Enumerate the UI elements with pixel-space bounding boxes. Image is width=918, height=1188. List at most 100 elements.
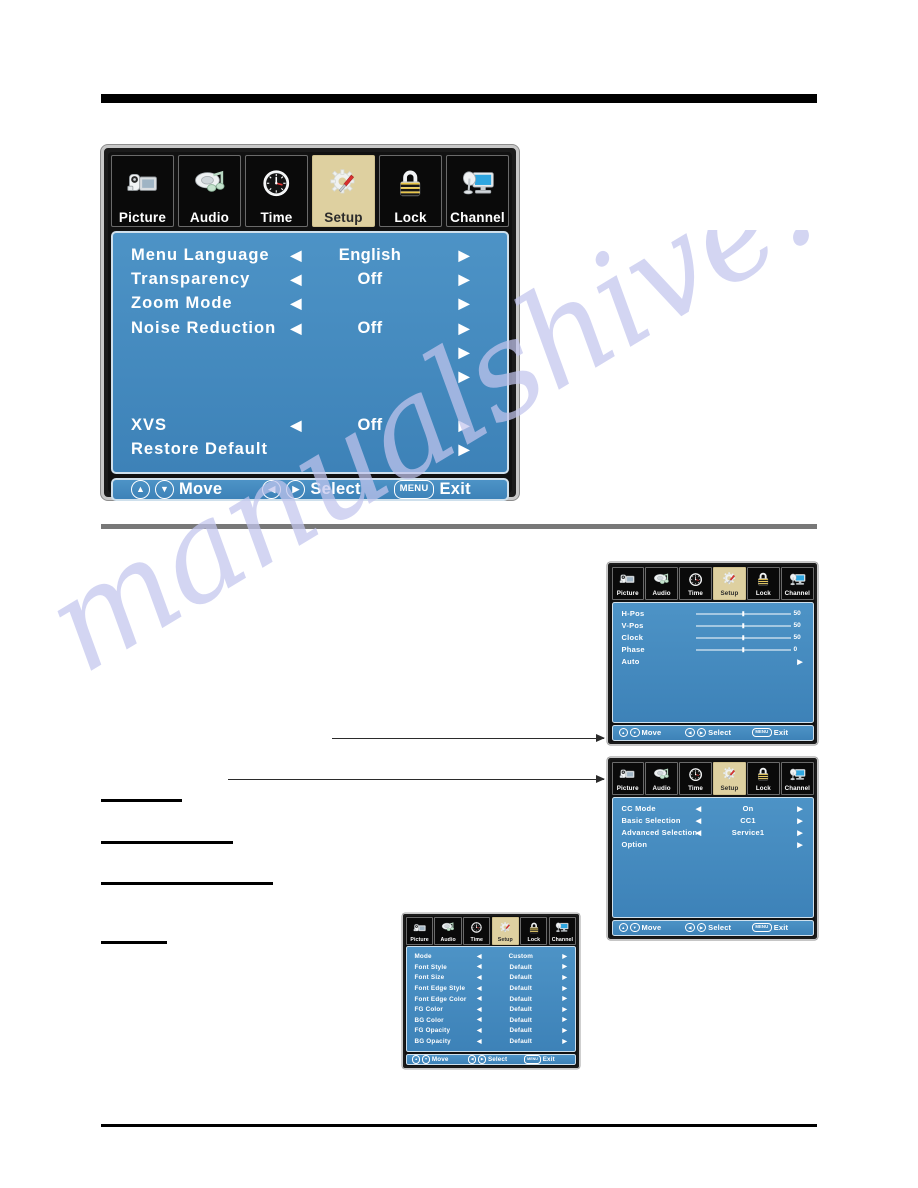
osd-tab-strip[interactable]: Picture Audio Time Setup Lock Channel <box>405 916 577 945</box>
chevron-right-icon[interactable]: ▶ <box>557 975 571 981</box>
chevron-left-icon[interactable]: ◀ <box>474 1007 484 1013</box>
osd-menu-row[interactable]: Advanced Selection ◀ Service1 ▶ <box>617 827 809 839</box>
osd-menu-row[interactable]: Mode ◀ Custom ▶ <box>410 952 571 963</box>
chevron-right-icon[interactable]: ▶ <box>429 295 499 312</box>
chevron-right-icon[interactable]: ▶ <box>792 658 809 666</box>
osd-menu-row[interactable]: FG Opacity ◀ Default ▶ <box>410 1026 571 1037</box>
chevron-right-icon[interactable]: ▶ <box>429 320 499 337</box>
osd-menu-row[interactable]: Font Edge Style ◀ Default ▶ <box>410 983 571 994</box>
osd-tab-setup[interactable]: Setup <box>713 566 746 600</box>
chevron-right-icon[interactable]: ▶ <box>557 986 571 992</box>
chevron-right-icon[interactable]: ▶ <box>792 805 809 813</box>
chevron-left-icon[interactable]: ◀ <box>281 320 311 337</box>
osd-tab-lock[interactable]: Lock <box>747 566 780 600</box>
osd-menu-row[interactable]: Transparency ◀ Off ▶ <box>121 267 499 291</box>
chevron-right-icon[interactable]: ▶ <box>792 829 809 837</box>
osd-tab-time[interactable]: Time <box>679 566 712 600</box>
osd-menu-row[interactable]: Basic Selection ◀ CC1 ▶ <box>617 815 809 827</box>
osd-menu-row[interactable]: Option ▶ <box>617 839 809 851</box>
chevron-left-icon[interactable]: ◀ <box>281 271 311 288</box>
osd-tab-picture[interactable]: Picture <box>111 155 174 227</box>
osd-tab-audio[interactable]: Audio <box>178 155 241 227</box>
osd-setup-menu[interactable]: Picture Audio Time Setup Lock Channel Me… <box>101 145 519 501</box>
slider-knob[interactable] <box>742 634 744 641</box>
osd-tab-picture[interactable]: Picture <box>611 761 644 795</box>
osd-tab-setup[interactable]: Setup <box>491 916 519 945</box>
osd-tab-setup[interactable]: Setup <box>312 155 375 227</box>
chevron-right-icon[interactable]: ▶ <box>792 817 809 825</box>
osd-menu-row[interactable]: ▶ <box>121 340 499 364</box>
osd-menu-row[interactable] <box>121 389 499 413</box>
osd-menu-row[interactable]: Restore Default ▶ <box>121 437 499 461</box>
chevron-left-icon[interactable]: ◀ <box>474 986 484 992</box>
chevron-right-icon[interactable]: ▶ <box>557 964 571 970</box>
osd-tab-time[interactable]: Time <box>679 761 712 795</box>
osd-menu-row[interactable]: Font Edge Color ◀ Default ▶ <box>410 994 571 1005</box>
osd-menu-row[interactable]: Zoom Mode ◀ ▶ <box>121 292 499 316</box>
osd-tab-lock[interactable]: Lock <box>379 155 442 227</box>
chevron-left-icon[interactable]: ◀ <box>281 247 311 264</box>
slider-knob[interactable] <box>742 610 744 617</box>
osd-menu-row[interactable]: Menu Language ◀ English ▶ <box>121 243 499 267</box>
osd-tab-time[interactable]: Time <box>245 155 308 227</box>
osd-slider[interactable] <box>695 646 791 653</box>
chevron-right-icon[interactable]: ▶ <box>792 841 809 849</box>
osd-menu-row[interactable]: FG Color ◀ Default ▶ <box>410 1004 571 1015</box>
chevron-right-icon[interactable]: ▶ <box>557 996 571 1002</box>
chevron-left-icon[interactable]: ◀ <box>474 1017 484 1023</box>
osd-tab-audio[interactable]: Audio <box>645 761 678 795</box>
osd-slider[interactable] <box>695 634 791 641</box>
osd-menu-row[interactable]: Font Style ◀ Default ▶ <box>410 962 571 973</box>
osd-tab-lock[interactable]: Lock <box>747 761 780 795</box>
chevron-right-icon[interactable]: ▶ <box>557 1007 571 1013</box>
osd-tab-channel[interactable]: Channel <box>781 761 814 795</box>
osd-tab-audio[interactable]: Audio <box>434 916 462 945</box>
chevron-left-icon[interactable]: ◀ <box>474 954 484 960</box>
osd-menu-row[interactable]: Clock 50 <box>617 632 809 644</box>
osd-closed-caption-menu[interactable]: Picture Audio Time Setup Lock Channel CC… <box>607 757 818 940</box>
chevron-left-icon[interactable]: ◀ <box>474 1039 484 1045</box>
chevron-right-icon[interactable]: ▶ <box>557 1017 571 1023</box>
chevron-left-icon[interactable]: ◀ <box>281 417 311 434</box>
osd-menu-row[interactable]: Font Size ◀ Default ▶ <box>410 973 571 984</box>
slider-knob[interactable] <box>742 646 744 653</box>
chevron-right-icon[interactable]: ▶ <box>429 441 499 458</box>
osd-tab-strip[interactable]: Picture Audio Time Setup Lock Channel <box>611 761 814 795</box>
osd-menu-row[interactable]: V-Pos 50 <box>617 620 809 632</box>
osd-tab-strip[interactable]: Picture Audio Time Setup Lock Channel <box>611 566 814 600</box>
chevron-left-icon[interactable]: ◀ <box>693 805 705 813</box>
osd-tab-picture[interactable]: Picture <box>405 916 434 945</box>
osd-tab-strip[interactable]: Picture Audio Time Setup Lock Channel <box>111 155 509 227</box>
osd-tab-channel[interactable]: Channel <box>548 916 577 945</box>
osd-tab-time[interactable]: Time <box>463 916 491 945</box>
chevron-right-icon[interactable]: ▶ <box>429 417 499 434</box>
osd-tab-lock[interactable]: Lock <box>520 916 548 945</box>
osd-menu-row[interactable]: H-Pos 50 <box>617 608 809 620</box>
osd-tab-setup[interactable]: Setup <box>713 761 746 795</box>
osd-tab-picture[interactable]: Picture <box>611 566 644 600</box>
chevron-right-icon[interactable]: ▶ <box>429 271 499 288</box>
chevron-right-icon[interactable]: ▶ <box>429 344 499 361</box>
chevron-left-icon[interactable]: ◀ <box>474 975 484 981</box>
chevron-left-icon[interactable]: ◀ <box>693 817 705 825</box>
osd-tab-channel[interactable]: Channel <box>781 566 814 600</box>
chevron-left-icon[interactable]: ◀ <box>474 964 484 970</box>
chevron-right-icon[interactable]: ▶ <box>557 1028 571 1034</box>
osd-tab-audio[interactable]: Audio <box>645 566 678 600</box>
osd-menu-row[interactable]: CC Mode ◀ On ▶ <box>617 803 809 815</box>
osd-menu-row[interactable]: Auto ▶ <box>617 656 809 668</box>
osd-menu-row[interactable]: Noise Reduction ◀ Off ▶ <box>121 316 499 340</box>
osd-pc-adjust-menu[interactable]: Picture Audio Time Setup Lock Channel H-… <box>607 562 818 745</box>
chevron-right-icon[interactable]: ▶ <box>429 247 499 264</box>
osd-slider[interactable] <box>695 610 791 617</box>
osd-menu-row[interactable]: BG Color ◀ Default ▶ <box>410 1015 571 1026</box>
chevron-right-icon[interactable]: ▶ <box>429 368 499 385</box>
osd-caption-option-menu[interactable]: Picture Audio Time Setup Lock Channel Mo… <box>402 913 580 1069</box>
slider-knob[interactable] <box>742 622 744 629</box>
osd-menu-row[interactable]: BG Opacity ◀ Default ▶ <box>410 1036 571 1047</box>
osd-tab-channel[interactable]: Channel <box>446 155 509 227</box>
chevron-right-icon[interactable]: ▶ <box>557 954 571 960</box>
osd-menu-row[interactable]: Phase 0 <box>617 644 809 656</box>
chevron-left-icon[interactable]: ◀ <box>474 1028 484 1034</box>
chevron-left-icon[interactable]: ◀ <box>281 295 311 312</box>
